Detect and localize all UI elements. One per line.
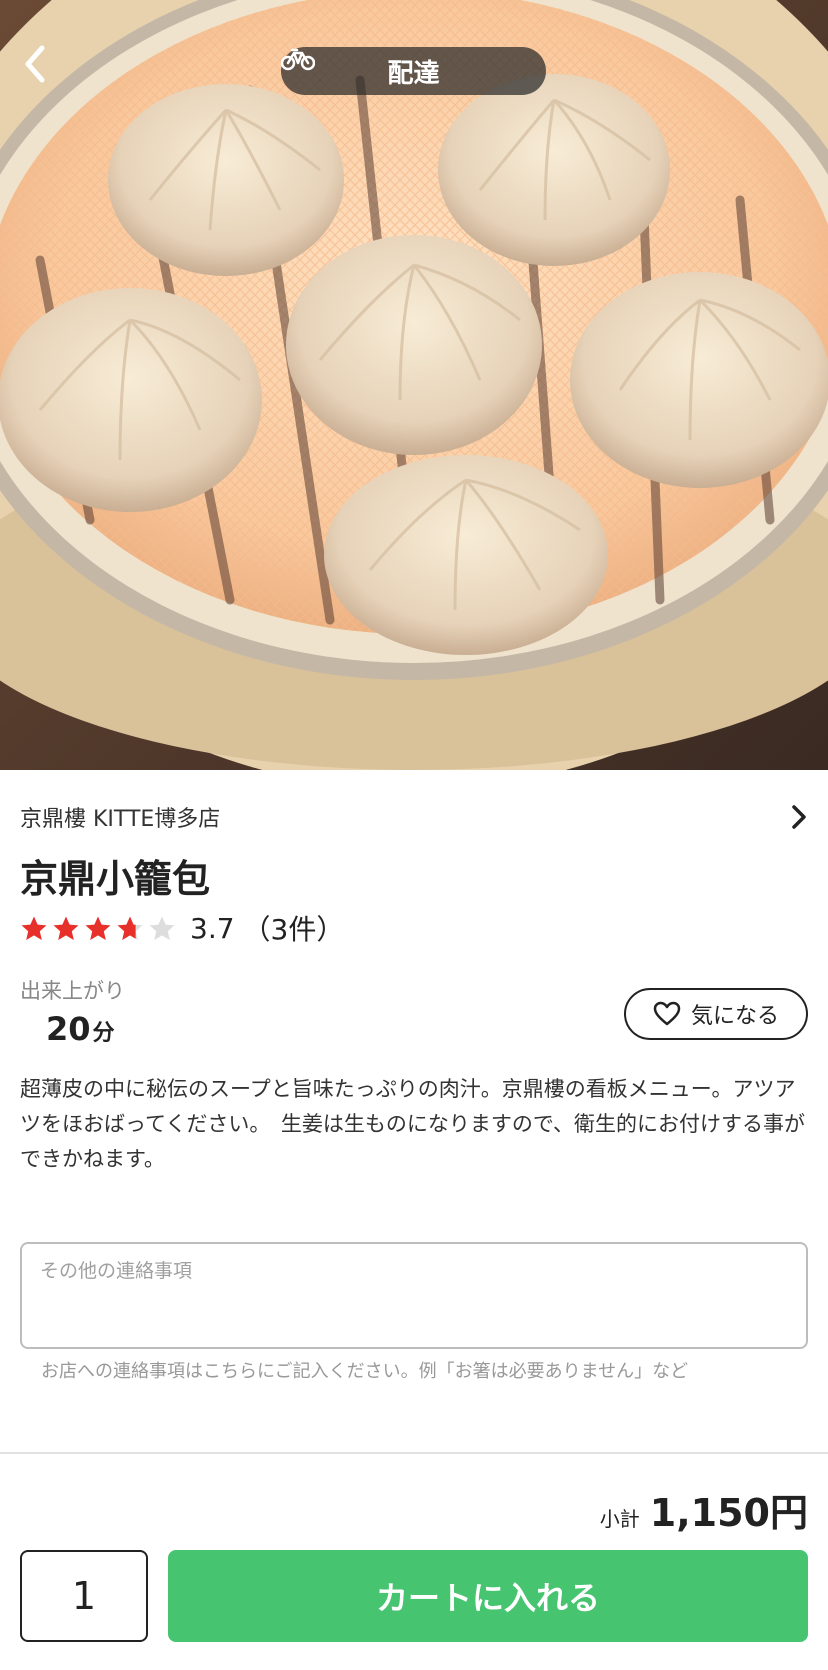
back-button[interactable] — [22, 44, 66, 100]
subtotal-amount: 1,150円 — [649, 1491, 808, 1535]
star-icon — [149, 916, 175, 940]
star-icon — [85, 916, 111, 940]
star-icon — [21, 916, 47, 940]
dish-title: 京鼎小籠包 — [20, 857, 211, 901]
prep-time-label: 出来上がり — [20, 979, 125, 1003]
favorite-label: 気になる — [690, 1004, 779, 1029]
hero-image: 配達 — [0, 0, 828, 770]
favorite-button[interactable]: 気になる — [624, 988, 808, 1040]
xiaolongbao-steamer-photo — [0, 0, 828, 770]
heart-outline-icon — [653, 1001, 681, 1026]
star-icon — [117, 916, 143, 940]
subtotal-label: 小計 — [599, 1507, 640, 1531]
contact-note-input[interactable] — [20, 1242, 808, 1349]
rating: 3.7 （3件） — [20, 908, 344, 948]
prep-time-unit: 分 — [92, 1021, 115, 1046]
add-to-cart-button[interactable]: カートに入れる — [168, 1550, 808, 1642]
shop-name: 京鼎樓 KITTE博多店 — [20, 807, 221, 832]
contact-note-hint: お店への連絡事項はこちらにご記入ください。例「お箸は必要ありません」など — [41, 1361, 689, 1382]
rating-score: 3.7 — [190, 911, 235, 945]
delivery-mode-badge: 配達 — [281, 47, 546, 95]
rating-stars — [20, 915, 176, 942]
prep-time-value: 20分 — [46, 1010, 115, 1048]
dish-description: 超薄皮の中に秘伝のスープと旨味たっぷりの肉汁。京鼎樓の看板メニュー。アツアツをほ… — [20, 1077, 805, 1171]
subtotal: 小計 1,150円 — [600, 1482, 808, 1537]
footer-divider — [0, 1452, 828, 1454]
shop-link[interactable]: 京鼎樓 KITTE博多店 — [20, 800, 808, 834]
bicycle-icon — [281, 48, 315, 71]
rating-count: （3件） — [242, 913, 345, 946]
star-icon — [53, 916, 79, 940]
delivery-mode-label: 配達 — [387, 58, 440, 89]
quantity-selector[interactable]: 1 — [20, 1550, 148, 1642]
prep-time-number: 20 — [46, 1010, 91, 1048]
chevron-left-icon — [25, 45, 45, 83]
chevron-right-icon — [792, 805, 806, 829]
